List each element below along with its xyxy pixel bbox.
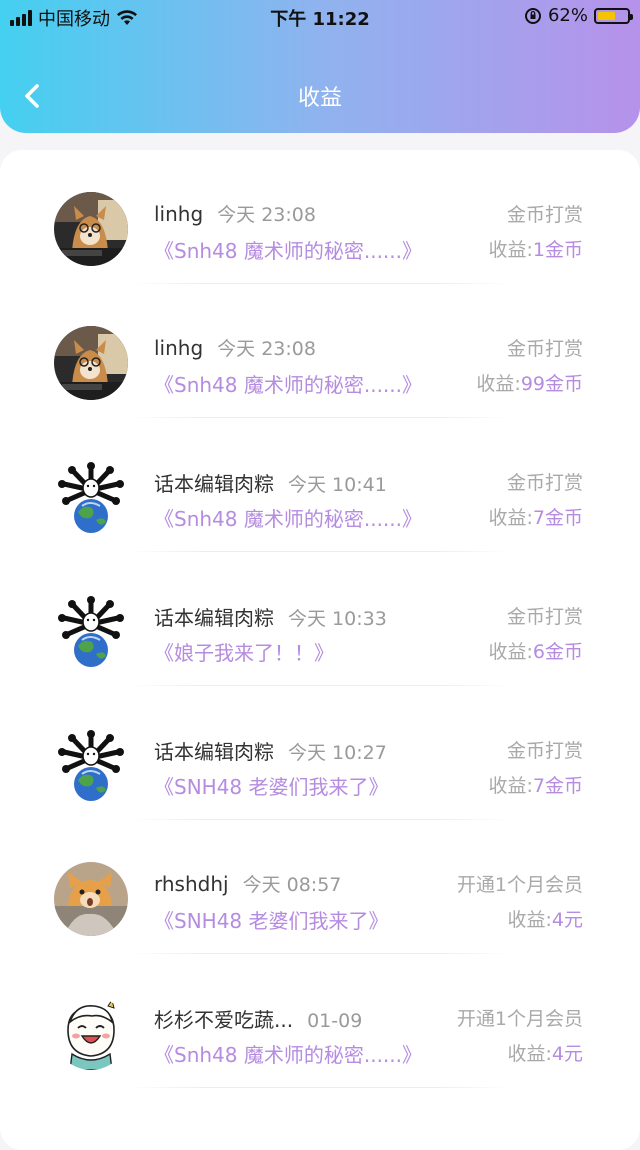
user-line: 话本编辑肉粽 今天 10:41 [154, 468, 387, 497]
list-item[interactable]: 话本编辑肉粽 今天 10:33 《娘子我来了！！》 金币打赏收益:6金币 [0, 552, 640, 686]
income-value: 4元 [551, 1043, 583, 1065]
income-label: 收益: [476, 373, 521, 395]
work-title[interactable]: 《SNH48 老婆们我来了》 [154, 905, 389, 934]
reward-type: 金币打赏 [506, 204, 583, 226]
user-name[interactable]: 话本编辑肉粽 [154, 606, 274, 630]
user-line: 话本编辑肉粽 今天 10:33 [154, 602, 387, 631]
reward-type: 开通1个月会员 [456, 1008, 583, 1030]
time-label: 今天 23:08 [217, 338, 316, 360]
income-amount: 收益:4元 [508, 1039, 584, 1066]
reward-type: 金币打赏 [506, 338, 583, 360]
income-label: 收益: [507, 909, 552, 931]
reward-type: 金币打赏 [506, 472, 583, 494]
reward-type: 金币打赏 [506, 740, 583, 762]
time-label: 01-09 [307, 1010, 363, 1032]
status-bar: 中国移动 下午 11:22 62% [0, 0, 640, 34]
shiba-dog-avatar[interactable] [54, 326, 128, 400]
income-label: 收益: [488, 507, 533, 529]
user-line: 杉杉不爱吃蔬... 01-09 [154, 1004, 362, 1033]
income-list: linhg 今天 23:08 《Snh48 魔术师的秘密......》 金币打赏 收益:… [0, 150, 640, 1150]
work-title[interactable]: 《娘子我来了！！》 [154, 637, 334, 666]
user-line: linhg 今天 23:08 [154, 200, 316, 227]
work-title[interactable]: 《SNH48 老婆们我来了》 [154, 771, 389, 800]
user-line: rhshdhj 今天 08:57 [154, 870, 341, 897]
list-item[interactable]: linhg 今天 23:08 《Snh48 魔术师的秘密......》 金币打赏收益:… [0, 150, 640, 284]
income-value: 6金币 [532, 641, 583, 663]
income-label: 收益: [488, 775, 533, 797]
user-name[interactable]: linhg [154, 202, 203, 226]
income-amount: 收益:7金币 [489, 503, 584, 530]
work-title[interactable]: 《Snh48 魔术师的秘密......》 [154, 235, 422, 264]
list-item[interactable]: linhg 今天 23:08 《Snh48 魔术师的秘密......》 金币打赏收益:… [0, 284, 640, 418]
income-label: 收益: [488, 239, 533, 261]
income-amount: 收益:1金币 [489, 235, 584, 262]
earth-cartoon-avatar[interactable] [54, 594, 128, 668]
orientation-lock-icon [524, 7, 541, 24]
list-item[interactable]: 杉杉不爱吃蔬... 01-09 《Snh48 魔术师的秘密......》 开通1个月会… [0, 954, 640, 1088]
user-name[interactable]: 话本编辑肉粽 [154, 472, 274, 496]
user-line: 话本编辑肉粽 今天 10:27 [154, 736, 387, 765]
income-amount: 收益:4元 [508, 905, 584, 932]
list-item[interactable]: rhshdhj 今天 08:57 《SNH48 老婆们我来了》 开通1个月会员收益:4… [0, 820, 640, 954]
work-title[interactable]: 《Snh48 魔术师的秘密......》 [154, 1039, 422, 1068]
user-line: linhg 今天 23:08 [154, 334, 316, 361]
list-item[interactable]: 话本编辑肉粽 今天 10:27 《SNH48 老婆们我来了》 金币打赏收益:7金币 [0, 686, 640, 820]
time-label: 今天 08:57 [242, 874, 342, 896]
income-label: 收益: [488, 641, 533, 663]
work-title[interactable]: 《Snh48 魔术师的秘密......》 [154, 503, 422, 532]
battery-percent: 62% [547, 5, 588, 26]
user-name[interactable]: 杉杉不爱吃蔬... [154, 1008, 293, 1032]
time-label: 今天 10:41 [288, 474, 387, 496]
page-title: 收益 [297, 86, 342, 111]
status-right: 62% [524, 5, 633, 26]
income-value: 7金币 [532, 775, 583, 797]
battery-fill [598, 11, 616, 20]
reward-type: 金币打赏 [506, 606, 583, 628]
header-bar: 中国移动 下午 11:22 62% 收益 [0, 0, 640, 133]
list-item[interactable]: 话本编辑肉粽 今天 10:41 《Snh48 魔术师的秘密......》 金币打赏收益… [0, 418, 640, 552]
income-label: 收益: [507, 1043, 552, 1065]
income-amount: 收益:7金币 [489, 771, 584, 798]
income-value: 7金币 [532, 507, 583, 529]
reward-type: 开通1个月会员 [456, 874, 583, 896]
user-name[interactable]: linhg [154, 336, 203, 360]
cartoon-kid-avatar[interactable] [54, 996, 128, 1070]
earth-cartoon-avatar[interactable] [54, 460, 128, 534]
shiba-dog-avatar[interactable] [54, 192, 128, 266]
orange-cat-avatar[interactable] [54, 862, 128, 936]
income-amount: 收益:99金币 [476, 369, 583, 396]
time-label: 今天 10:33 [288, 608, 387, 630]
work-title[interactable]: 《Snh48 魔术师的秘密......》 [154, 369, 422, 398]
battery-icon [594, 7, 633, 24]
time-label: 今天 23:08 [217, 204, 316, 226]
income-value: 1金币 [532, 239, 583, 261]
income-value: 99金币 [520, 373, 583, 395]
user-name[interactable]: rhshdhj [154, 872, 229, 896]
income-amount: 收益:6金币 [489, 637, 584, 664]
time-label: 今天 10:27 [288, 742, 387, 764]
income-value: 4元 [551, 909, 583, 931]
divider [128, 1087, 512, 1088]
user-name[interactable]: 话本编辑肉粽 [154, 740, 274, 764]
earth-cartoon-avatar[interactable] [54, 728, 128, 802]
